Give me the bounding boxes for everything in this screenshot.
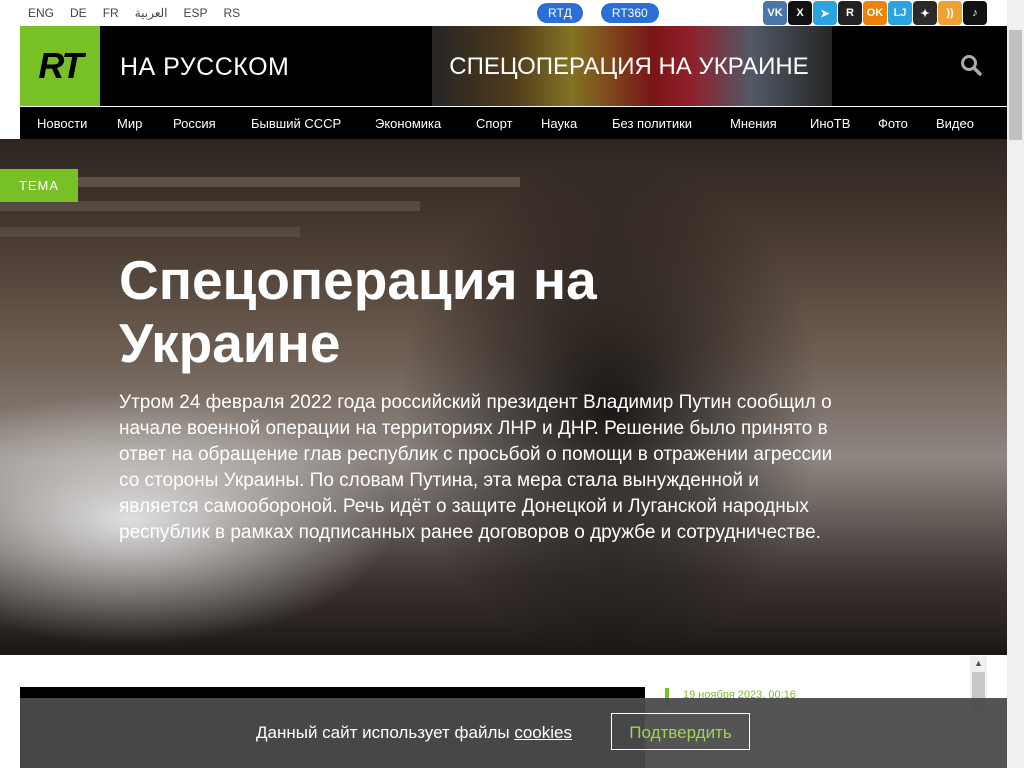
nav-item-opinions[interactable]: Мнения	[730, 116, 777, 131]
search-icon[interactable]	[960, 54, 982, 76]
cookie-banner: Данный сайт использует файлы cookies Под…	[20, 698, 1007, 768]
cookies-link[interactable]: cookies	[514, 723, 572, 742]
hero-light-streak	[0, 201, 420, 211]
banner-title[interactable]: СПЕЦОПЕРАЦИЯ НА УКРАИНЕ	[448, 26, 810, 106]
nav-item-video[interactable]: Видео	[936, 116, 974, 131]
channel-links: RTД RT360	[537, 3, 659, 23]
lang-fr[interactable]: FR	[103, 6, 119, 20]
topic-tag[interactable]: ТЕМА	[0, 169, 78, 202]
nav-item-world[interactable]: Мир	[117, 116, 142, 131]
topic-hero: ТЕМА Спецоперация на Украине Утром 24 фе…	[0, 139, 1007, 655]
nav-item-photo[interactable]: Фото	[878, 116, 908, 131]
rt-logo[interactable]: RT	[20, 26, 100, 106]
top-utility-bar: ENG DE FR العربية ESP RS RTД RT360 VK X ➤ R…	[0, 0, 1024, 26]
logo-text: RT	[38, 45, 83, 86]
page-scroll-thumb[interactable]	[1009, 30, 1022, 140]
cookie-message: Данный сайт использует файлы cookies	[256, 723, 572, 743]
social-links: VK X ➤ R OK LJ ✦)) ♪	[763, 1, 987, 25]
confirm-cookies-button[interactable]: Подтвердить	[611, 713, 750, 750]
rt360-button[interactable]: RT360	[600, 3, 659, 23]
nav-item-inotv[interactable]: ИноТВ	[810, 116, 850, 131]
ok-icon[interactable]: OK	[863, 1, 887, 25]
topic-title: Спецоперация на Украине	[119, 249, 597, 374]
zen-icon[interactable]: ✦	[913, 1, 937, 25]
tiktok-icon[interactable]: ♪	[963, 1, 987, 25]
main-nav: Новости Мир Россия Бывший СССР Экономика…	[20, 107, 1007, 139]
livejournal-icon[interactable]: LJ	[888, 1, 912, 25]
nav-item-economy[interactable]: Экономика	[375, 116, 441, 131]
telegram-icon[interactable]: ➤	[813, 1, 837, 25]
lang-rs[interactable]: RS	[224, 6, 241, 20]
nav-item-news[interactable]: Новости	[37, 116, 87, 131]
vk-icon[interactable]: VK	[763, 1, 787, 25]
x-icon[interactable]: X	[788, 1, 812, 25]
site-name[interactable]: НА РУССКОМ	[120, 26, 289, 106]
nav-item-ex-ussr[interactable]: Бывший СССР	[251, 116, 341, 131]
lang-ar[interactable]: العربية	[135, 6, 168, 20]
scroll-up-icon[interactable]: ▲	[970, 656, 987, 670]
hero-light-streak	[0, 177, 520, 187]
lang-eng[interactable]: ENG	[28, 6, 54, 20]
topic-description: Утром 24 февраля 2022 года российский пр…	[119, 392, 833, 543]
lang-de[interactable]: DE	[70, 6, 87, 20]
cookie-text: Данный сайт использует файлы	[256, 723, 515, 742]
nav-item-science[interactable]: Наука	[541, 116, 577, 131]
language-switcher: ENG DE FR العربية ESP RS	[28, 0, 256, 26]
page-scrollbar[interactable]	[1007, 0, 1024, 768]
site-header: RT НА РУССКОМ СПЕЦОПЕРАЦИЯ НА УКРАИНЕ	[20, 26, 1007, 106]
rtd-button[interactable]: RTД	[537, 3, 583, 23]
rss-icon[interactable]: ))	[938, 1, 962, 25]
lang-esp[interactable]: ESP	[183, 6, 207, 20]
hero-light-streak	[0, 227, 300, 237]
rutube-icon[interactable]: R	[838, 1, 862, 25]
nav-item-sport[interactable]: Спорт	[476, 116, 513, 131]
nav-item-no-politics[interactable]: Без политики	[612, 116, 692, 131]
nav-item-russia[interactable]: Россия	[173, 116, 216, 131]
